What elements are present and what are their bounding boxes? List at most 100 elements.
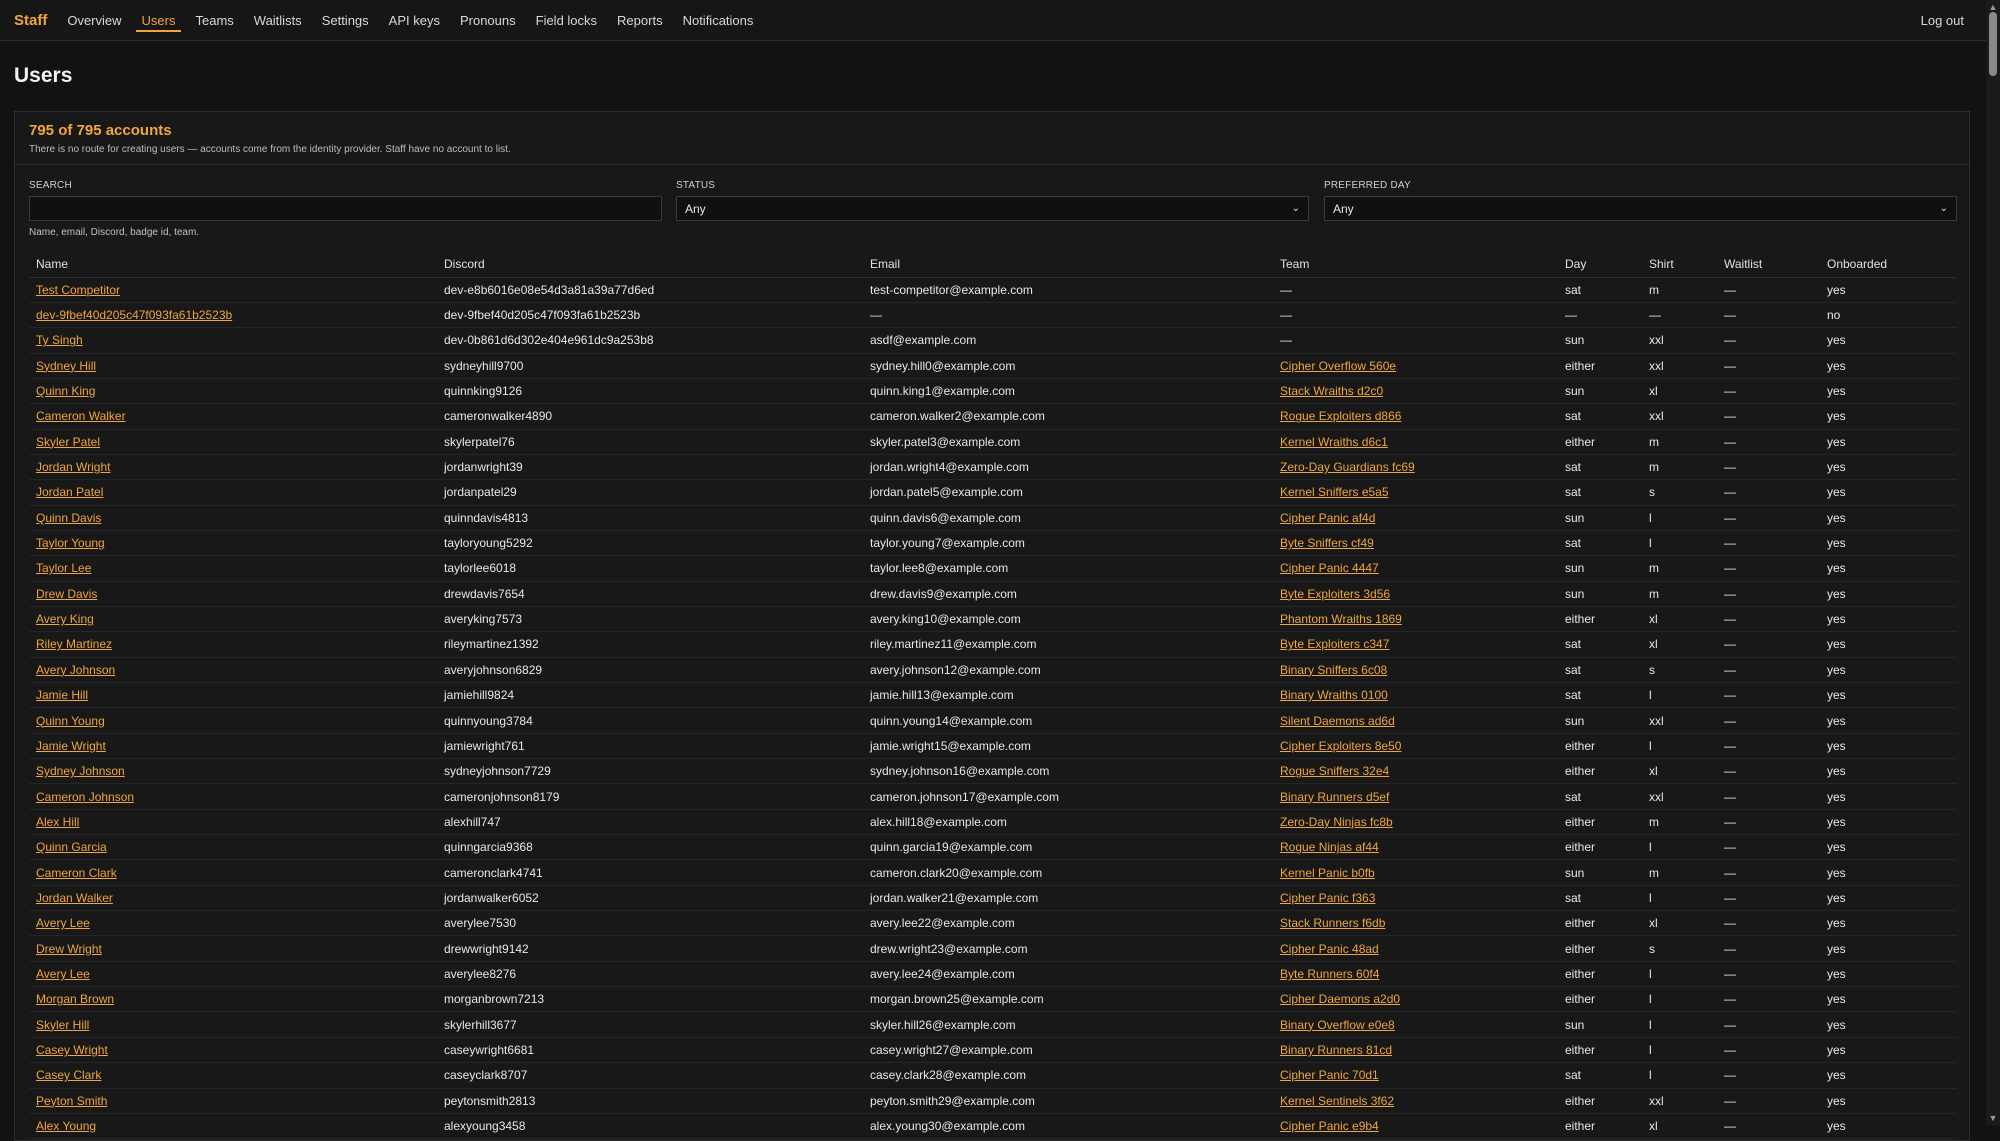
user-name-link[interactable]: Avery Johnson bbox=[36, 663, 115, 677]
user-name-link[interactable]: Quinn Young bbox=[36, 714, 105, 728]
team-link[interactable]: Silent Daemons ad6d bbox=[1280, 714, 1395, 728]
nav-users[interactable]: Users bbox=[135, 0, 182, 40]
user-name-link[interactable]: Alex Hill bbox=[36, 815, 79, 829]
user-name-link[interactable]: Avery Lee bbox=[36, 916, 90, 930]
search-input[interactable] bbox=[29, 196, 662, 221]
user-name-link[interactable]: Avery Lee bbox=[36, 967, 90, 981]
team-link[interactable]: Binary Wraiths 0100 bbox=[1280, 688, 1388, 702]
user-name-link[interactable]: Ty Singh bbox=[36, 333, 83, 347]
table-body: Test Competitor dev-e8b6016e08e54d3a81a39… bbox=[29, 277, 1957, 1140]
team-link[interactable]: Cipher Daemons a2d0 bbox=[1280, 992, 1400, 1006]
column-header-day[interactable]: Day bbox=[1558, 252, 1642, 278]
team-link[interactable]: Zero-Day Ninjas fc8b bbox=[1280, 815, 1393, 829]
column-header-email[interactable]: Email bbox=[863, 252, 1273, 278]
user-name-link[interactable]: Jamie Wright bbox=[36, 739, 106, 753]
scroll-up-arrow-icon[interactable]: ▲ bbox=[1988, 2, 1998, 12]
user-name-link[interactable]: Casey Wright bbox=[36, 1043, 108, 1057]
user-name-link[interactable]: Cameron Walker bbox=[36, 409, 126, 423]
nav-api-keys[interactable]: API keys bbox=[389, 0, 440, 40]
cell-name: Cameron Clark bbox=[29, 859, 437, 886]
user-name-link[interactable]: Morgan Brown bbox=[36, 992, 114, 1006]
team-link[interactable]: Phantom Wraiths 1869 bbox=[1280, 612, 1402, 626]
user-name-link[interactable]: Riley Martinez bbox=[36, 637, 112, 651]
nav-teams[interactable]: Teams bbox=[195, 0, 233, 40]
cell-day: either bbox=[1558, 986, 1642, 1013]
user-name-link[interactable]: Skyler Hill bbox=[36, 1018, 89, 1032]
user-name-link[interactable]: Cameron Clark bbox=[36, 866, 117, 880]
user-name-link[interactable]: Quinn Davis bbox=[36, 511, 101, 525]
team-link[interactable]: Binary Runners 81cd bbox=[1280, 1043, 1392, 1057]
nav-pronouns[interactable]: Pronouns bbox=[460, 0, 516, 40]
team-link[interactable]: Kernel Sniffers e5a5 bbox=[1280, 485, 1389, 499]
team-link[interactable]: Cipher Overflow 560e bbox=[1280, 359, 1396, 373]
team-link[interactable]: Cipher Panic af4d bbox=[1280, 511, 1375, 525]
nav-reports[interactable]: Reports bbox=[617, 0, 663, 40]
user-name-link[interactable]: Test Competitor bbox=[36, 283, 120, 297]
vertical-scrollbar[interactable]: ▲ ▼ bbox=[1986, 0, 2000, 1125]
user-name-link[interactable]: Alex Young bbox=[36, 1119, 96, 1133]
user-name-link[interactable]: Drew Davis bbox=[36, 587, 97, 601]
user-name-link[interactable]: Jordan Walker bbox=[36, 891, 113, 905]
team-link[interactable]: Byte Sniffers cf49 bbox=[1280, 536, 1374, 550]
user-name-link[interactable]: Taylor Young bbox=[36, 536, 105, 550]
nav-overview[interactable]: Overview bbox=[67, 0, 121, 40]
user-name-link[interactable]: Jamie Hill bbox=[36, 688, 88, 702]
logout-link[interactable]: Log out bbox=[1921, 13, 1964, 28]
nav-settings[interactable]: Settings bbox=[322, 0, 369, 40]
user-name-link[interactable]: Quinn Garcia bbox=[36, 840, 107, 854]
brand-logo[interactable]: Staff bbox=[14, 12, 47, 29]
team-link[interactable]: Binary Runners d5ef bbox=[1280, 790, 1389, 804]
team-link[interactable]: Rogue Exploiters d866 bbox=[1280, 409, 1401, 423]
team-link[interactable]: Byte Runners 60f4 bbox=[1280, 967, 1379, 981]
user-name-link[interactable]: Casey Clark bbox=[36, 1068, 101, 1082]
team-link[interactable]: Binary Sniffers 6c08 bbox=[1280, 663, 1387, 677]
user-name-link[interactable]: Peyton Smith bbox=[36, 1094, 107, 1108]
team-link[interactable]: Rogue Sniffers 32e4 bbox=[1280, 764, 1389, 778]
column-header-discord[interactable]: Discord bbox=[437, 252, 863, 278]
user-name-link[interactable]: Sydney Hill bbox=[36, 359, 96, 373]
user-name-link[interactable]: Quinn King bbox=[36, 384, 95, 398]
column-header-onboarded[interactable]: Onboarded bbox=[1820, 252, 1957, 278]
user-name-link[interactable]: Avery King bbox=[36, 612, 94, 626]
scroll-down-arrow-icon[interactable]: ▼ bbox=[1988, 1113, 1998, 1123]
cell-name: Taylor Lee bbox=[29, 555, 437, 582]
team-link[interactable]: Cipher Panic 70d1 bbox=[1280, 1068, 1379, 1082]
team-link[interactable]: Cipher Panic 48ad bbox=[1280, 942, 1379, 956]
user-name-link[interactable]: Drew Wright bbox=[36, 942, 102, 956]
cell-team: Cipher Panic 48ad bbox=[1273, 935, 1558, 962]
nav-notifications[interactable]: Notifications bbox=[683, 0, 754, 40]
column-header-team[interactable]: Team bbox=[1273, 252, 1558, 278]
cell-team: — bbox=[1273, 302, 1558, 329]
team-link[interactable]: Stack Wraiths d2c0 bbox=[1280, 384, 1383, 398]
cell-onboarded: yes bbox=[1820, 834, 1957, 861]
column-header-waitlist[interactable]: Waitlist bbox=[1717, 252, 1820, 278]
team-link[interactable]: Rogue Ninjas af44 bbox=[1280, 840, 1379, 854]
team-link[interactable]: Stack Runners f6db bbox=[1280, 916, 1385, 930]
team-link[interactable]: Byte Exploiters 3d56 bbox=[1280, 587, 1390, 601]
team-link[interactable]: Binary Overflow e0e8 bbox=[1280, 1018, 1395, 1032]
user-name-link[interactable]: Jordan Wright bbox=[36, 460, 110, 474]
cell-discord: skylerhill3677 bbox=[437, 1011, 863, 1038]
column-header-shirt[interactable]: Shirt bbox=[1642, 252, 1717, 278]
user-name-link[interactable]: dev-9fbef40d205c47f093fa61b2523b bbox=[36, 308, 232, 322]
nav-waitlists[interactable]: Waitlists bbox=[254, 0, 302, 40]
team-link[interactable]: Cipher Panic 4447 bbox=[1280, 561, 1379, 575]
nav-field-locks[interactable]: Field locks bbox=[536, 0, 597, 40]
team-link[interactable]: Kernel Panic b0fb bbox=[1280, 866, 1375, 880]
user-name-link[interactable]: Cameron Johnson bbox=[36, 790, 134, 804]
team-link[interactable]: Byte Exploiters c347 bbox=[1280, 637, 1389, 651]
user-name-link[interactable]: Taylor Lee bbox=[36, 561, 91, 575]
status-select[interactable]: Any ⌄ bbox=[676, 196, 1309, 221]
user-name-link[interactable]: Skyler Patel bbox=[36, 435, 100, 449]
column-header-name[interactable]: Name bbox=[29, 252, 437, 278]
team-link[interactable]: Cipher Exploiters 8e50 bbox=[1280, 739, 1401, 753]
scrollbar-thumb[interactable] bbox=[1989, 12, 1997, 76]
team-link[interactable]: Zero-Day Guardians fc69 bbox=[1280, 460, 1415, 474]
team-link[interactable]: Cipher Panic e9b4 bbox=[1280, 1119, 1379, 1133]
user-name-link[interactable]: Sydney Johnson bbox=[36, 764, 125, 778]
preferred-day-select[interactable]: Any ⌄ bbox=[1324, 196, 1957, 221]
team-link[interactable]: Cipher Panic f363 bbox=[1280, 891, 1375, 905]
user-name-link[interactable]: Jordan Patel bbox=[36, 485, 103, 499]
team-link[interactable]: Kernel Wraiths d6c1 bbox=[1280, 435, 1388, 449]
team-link[interactable]: Kernel Sentinels 3f62 bbox=[1280, 1094, 1394, 1108]
